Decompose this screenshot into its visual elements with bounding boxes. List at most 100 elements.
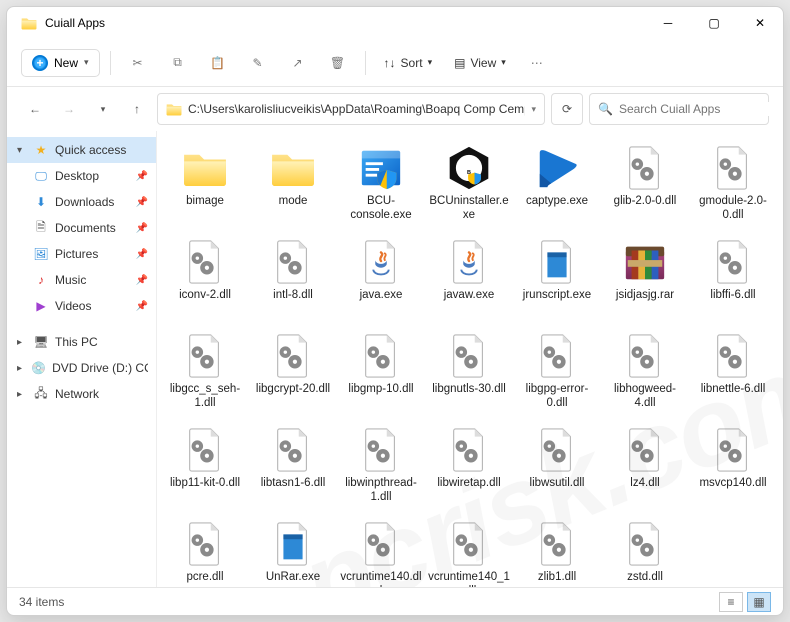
file-item[interactable]: libwinpthread-1.dll <box>337 421 425 513</box>
item-count: 34 items <box>19 595 64 609</box>
file-item[interactable]: vcruntime140_1.dll <box>425 515 513 587</box>
dll-icon <box>181 238 229 286</box>
maximize-button[interactable]: ▢ <box>691 7 737 39</box>
sidebar-quick-access[interactable]: ▾★Quick access <box>7 137 156 163</box>
sidebar-documents[interactable]: 🗎Documents📌 <box>7 215 156 241</box>
file-item[interactable]: libtasn1-6.dll <box>249 421 337 513</box>
file-item[interactable]: vcruntime140.dll <box>337 515 425 587</box>
file-item[interactable]: libffi-6.dll <box>689 233 777 325</box>
dll-icon <box>621 426 669 474</box>
file-item[interactable]: pcre.dll <box>161 515 249 587</box>
file-item[interactable]: msvcp140.dll <box>689 421 777 513</box>
delete-button[interactable]: 🗑 <box>321 46 355 80</box>
dll-icon <box>533 520 581 568</box>
file-label: msvcp140.dll <box>697 474 768 490</box>
file-label: gmodule-2.0-0.dll <box>690 192 776 223</box>
new-button[interactable]: + New ▾ <box>21 49 100 77</box>
file-item[interactable]: libgnutls-30.dll <box>425 327 513 419</box>
file-item[interactable]: iconv-2.dll <box>161 233 249 325</box>
file-item[interactable]: gmodule-2.0-0.dll <box>689 139 777 231</box>
file-item[interactable]: libhogweed-4.dll <box>601 327 689 419</box>
file-item[interactable]: libgpg-error-0.dll <box>513 327 601 419</box>
search-input[interactable] <box>619 102 774 116</box>
file-label: jrunscript.exe <box>521 286 593 302</box>
new-label: New <box>54 56 78 70</box>
file-label: libhogweed-4.dll <box>602 380 688 411</box>
file-label: libp11-kit-0.dll <box>168 474 242 490</box>
sidebar-dvd[interactable]: ▸💿DVD Drive (D:) CCCC <box>7 355 156 381</box>
sidebar-desktop[interactable]: 🖵Desktop📌 <box>7 163 156 189</box>
file-label: iconv-2.dll <box>177 286 233 302</box>
address-bar[interactable]: C:\Users\karolisliucveikis\AppData\Roami… <box>157 93 545 125</box>
search-box[interactable]: 🔍 <box>589 93 769 125</box>
pc-icon: 🖥 <box>33 334 49 350</box>
file-label: libwinpthread-1.dll <box>338 474 424 505</box>
sort-button[interactable]: ↑↓Sort▾ <box>376 52 441 74</box>
icons-view-button[interactable]: ▦ <box>747 592 771 612</box>
cut-button[interactable]: ✂ <box>121 46 155 80</box>
disc-icon: 💿 <box>31 360 46 376</box>
network-icon: 🖧 <box>33 386 49 402</box>
file-item[interactable]: jsidjasjg.rar <box>601 233 689 325</box>
explorer-window: Cuiall Apps ─ ▢ ✕ + New ▾ ✂ ⧉ 📋 ✎ ↗ 🗑 ↑↓… <box>6 6 784 616</box>
file-item[interactable]: javaw.exe <box>425 233 513 325</box>
file-item[interactable]: UnRar.exe <box>249 515 337 587</box>
pin-icon: 📌 <box>136 197 148 208</box>
file-item[interactable]: glib-2.0-0.dll <box>601 139 689 231</box>
file-item[interactable]: intl-8.dll <box>249 233 337 325</box>
file-label: zstd.dll <box>625 568 665 584</box>
file-item[interactable]: zlib1.dll <box>513 515 601 587</box>
file-item[interactable]: libgcrypt-20.dll <box>249 327 337 419</box>
navbar: ← → ▾ ↑ C:\Users\karolisliucveikis\AppDa… <box>7 87 783 131</box>
content-area[interactable]: pcrisk.com bimagemodeBCU-console.exeBBCU… <box>157 131 783 587</box>
file-item[interactable]: zstd.dll <box>601 515 689 587</box>
folder-icon <box>181 144 229 192</box>
chevron-down-icon[interactable]: ▾ <box>531 104 536 115</box>
file-item[interactable]: libnettle-6.dll <box>689 327 777 419</box>
sidebar-this-pc[interactable]: ▸🖥This PC <box>7 329 156 355</box>
refresh-button[interactable]: ⟳ <box>551 93 583 125</box>
file-item[interactable]: bimage <box>161 139 249 231</box>
file-item[interactable]: libp11-kit-0.dll <box>161 421 249 513</box>
plus-icon: + <box>32 55 48 71</box>
file-label: mode <box>277 192 310 208</box>
file-item[interactable]: libgcc_s_seh-1.dll <box>161 327 249 419</box>
file-item[interactable]: java.exe <box>337 233 425 325</box>
sidebar-downloads[interactable]: ⬇Downloads📌 <box>7 189 156 215</box>
details-view-button[interactable]: ≡ <box>719 592 743 612</box>
rename-button[interactable]: ✎ <box>241 46 275 80</box>
pin-icon: 📌 <box>136 223 148 234</box>
close-button[interactable]: ✕ <box>737 7 783 39</box>
sidebar-videos[interactable]: ▶Videos📌 <box>7 293 156 319</box>
file-item[interactable]: mode <box>249 139 337 231</box>
java-icon <box>357 238 405 286</box>
file-label: libgnutls-30.dll <box>430 380 508 396</box>
sidebar-pictures[interactable]: 🖼Pictures📌 <box>7 241 156 267</box>
jrun-icon <box>533 238 581 286</box>
file-item[interactable]: BCU-console.exe <box>337 139 425 231</box>
sidebar-music[interactable]: ♪Music📌 <box>7 267 156 293</box>
file-item[interactable]: captype.exe <box>513 139 601 231</box>
dll-icon <box>181 332 229 380</box>
sidebar-network[interactable]: ▸🖧Network <box>7 381 156 407</box>
toolbar: + New ▾ ✂ ⧉ 📋 ✎ ↗ 🗑 ↑↓Sort▾ ▤View▾ ⋯ <box>7 39 783 87</box>
paste-button[interactable]: 📋 <box>201 46 235 80</box>
dll-icon <box>533 426 581 474</box>
share-button[interactable]: ↗ <box>281 46 315 80</box>
forward-button[interactable]: → <box>55 95 83 123</box>
more-button[interactable]: ⋯ <box>520 46 554 80</box>
back-button[interactable]: ← <box>21 95 49 123</box>
file-item[interactable]: jrunscript.exe <box>513 233 601 325</box>
file-item[interactable]: lz4.dll <box>601 421 689 513</box>
file-item[interactable]: libwiretap.dll <box>425 421 513 513</box>
star-icon: ★ <box>33 142 49 158</box>
minimize-button[interactable]: ─ <box>645 7 691 39</box>
file-item[interactable]: BBCUninstaller.exe <box>425 139 513 231</box>
file-grid: bimage mode BCU-console.exeBBCUninstaller.… <box>161 139 779 587</box>
view-button[interactable]: ▤View▾ <box>446 52 514 74</box>
up-button[interactable]: ↑ <box>123 95 151 123</box>
copy-button[interactable]: ⧉ <box>161 46 195 80</box>
recent-button[interactable]: ▾ <box>89 95 117 123</box>
file-item[interactable]: libwsutil.dll <box>513 421 601 513</box>
file-item[interactable]: libgmp-10.dll <box>337 327 425 419</box>
